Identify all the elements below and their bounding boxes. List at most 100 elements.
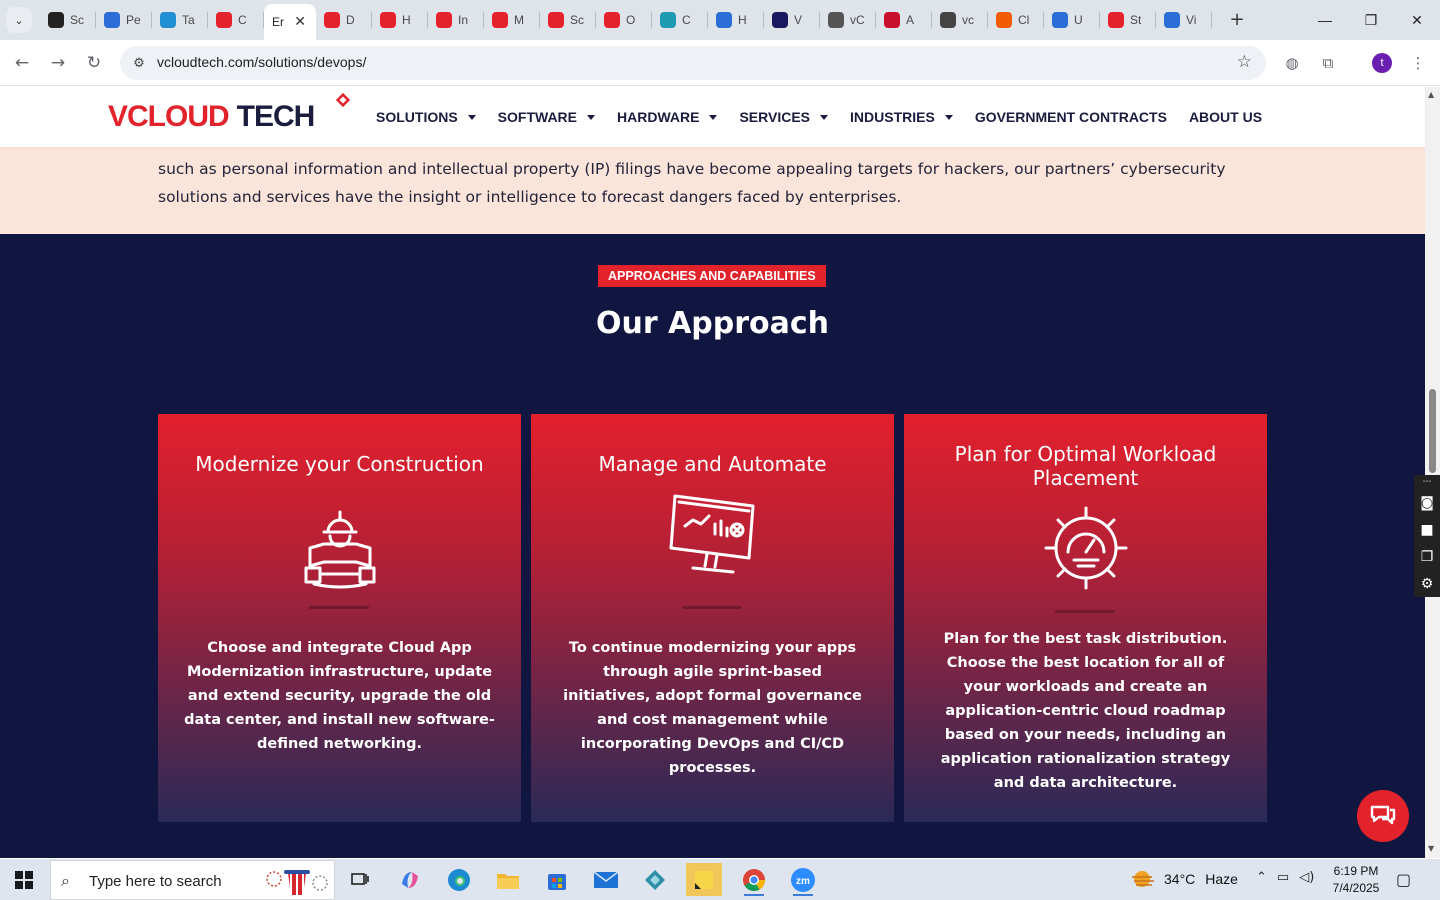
browser-tab[interactable]: Ta	[152, 0, 208, 40]
app-diamond-icon[interactable]	[637, 863, 673, 896]
task-view-icon[interactable]	[342, 863, 378, 896]
browser-tab[interactable]: C	[208, 0, 264, 40]
weather-widget[interactable]: 34°C Haze	[1130, 869, 1238, 889]
clock-time: 6:19 PM	[1333, 864, 1379, 878]
network-icon[interactable]: ▭	[1277, 870, 1289, 885]
scroll-down-icon[interactable]: ▼	[1428, 844, 1434, 853]
browser-tab[interactable]: H	[708, 0, 764, 40]
tab-label: Vi	[1186, 13, 1197, 27]
screenshot-extension-toolbar: ⋯ ◙ ■ ❐ ⚙	[1414, 475, 1440, 597]
browser-tab[interactable]: O	[596, 0, 652, 40]
browser-tab[interactable]: Vi	[1156, 0, 1212, 40]
taskbar-clock[interactable]: 6:19 PM 7/4/2025	[1326, 863, 1386, 897]
window-capture-icon[interactable]: ❐	[1414, 543, 1440, 570]
menu-item-services[interactable]: SERVICES	[739, 109, 829, 125]
vcloudtech-logo[interactable]: VCLOUD TECH	[108, 99, 315, 135]
menu-item-label: SOFTWARE	[497, 109, 578, 125]
browser-tab[interactable]: V	[764, 0, 820, 40]
approach-card-manage: Manage and Automate To continue moderniz…	[531, 414, 894, 822]
camera-icon[interactable]: ◙	[1414, 489, 1440, 516]
browser-menu-icon[interactable]: ⋮	[1408, 53, 1428, 73]
video-camera-icon[interactable]: ■	[1414, 516, 1440, 543]
caret-down-icon	[820, 114, 829, 120]
browser-tab[interactable]: vc	[932, 0, 988, 40]
tab-favicon-icon	[380, 12, 396, 28]
copilot-icon[interactable]	[392, 863, 428, 896]
browser-tab[interactable]: In	[428, 0, 484, 40]
tab-label: Sc	[570, 13, 585, 27]
translate-icon[interactable]: ◍	[1282, 53, 1302, 73]
fireworks-hat-icon	[266, 870, 328, 895]
tab-close-icon[interactable]: ✕	[294, 13, 306, 30]
menu-item-about-us[interactable]: ABOUT US	[1189, 109, 1262, 125]
tab-favicon-icon	[716, 12, 732, 28]
browser-tab[interactable]: M	[484, 0, 540, 40]
scroll-up-icon[interactable]: ▲	[1428, 90, 1434, 99]
zoom-icon[interactable]: zm	[785, 863, 821, 896]
tab-favicon-icon	[940, 12, 956, 28]
reload-icon[interactable]: ↻	[82, 51, 106, 75]
window-close-button[interactable]: ✕	[1394, 0, 1440, 40]
browser-tab[interactable]: H	[372, 0, 428, 40]
chevron-up-icon[interactable]: ⌃	[1256, 870, 1267, 885]
menu-item-label: GOVERNMENT CONTRACTS	[974, 109, 1167, 125]
minimize-button[interactable]: —	[1302, 0, 1348, 40]
browser-tab[interactable]: Sc	[40, 0, 96, 40]
browser-tab[interactable]: Sc	[540, 0, 596, 40]
tab-label: C	[682, 13, 691, 27]
search-icon: ⌕	[61, 871, 70, 890]
tab-active[interactable]: Er ✕	[264, 4, 316, 40]
menu-item-industries[interactable]: INDUSTRIES	[850, 109, 953, 125]
forward-arrow-icon[interactable]: →	[46, 51, 70, 75]
tab-favicon-icon	[884, 12, 900, 28]
browser-tab[interactable]: U	[1044, 0, 1100, 40]
browser-tab[interactable]: C	[652, 0, 708, 40]
file-explorer-icon[interactable]	[490, 863, 526, 896]
notification-icon[interactable]: ▢	[1396, 870, 1411, 889]
menu-item-solutions[interactable]: SOLUTIONS	[376, 109, 476, 125]
bookmark-star-icon[interactable]: ☆	[1237, 52, 1252, 72]
address-toolbar: ← → ↻ ⚙ vcloudtech.com/solutions/devops/…	[0, 40, 1440, 86]
profile-avatar[interactable]: t	[1372, 53, 1392, 73]
start-button[interactable]	[0, 859, 48, 900]
browser-tab[interactable]: Pe	[96, 0, 152, 40]
tab-label: C	[238, 13, 247, 27]
tab-favicon-icon	[324, 12, 340, 28]
browser-tab[interactable]: D	[316, 0, 372, 40]
tab-favicon-icon	[996, 12, 1012, 28]
tab-label: vC	[850, 13, 865, 27]
page-scrollbar[interactable]: ▲ ▼	[1425, 87, 1440, 858]
tab-search-button[interactable]: ⌄	[6, 7, 32, 33]
menu-item-software[interactable]: SOFTWARE	[497, 109, 596, 125]
caret-down-icon	[587, 114, 596, 120]
browser-tab[interactable]: vC	[820, 0, 876, 40]
windows-logo-icon	[15, 870, 33, 889]
menu-item-hardware[interactable]: HARDWARE	[617, 109, 718, 125]
edge-icon[interactable]	[441, 863, 477, 896]
new-tab-button[interactable]: +	[1226, 8, 1248, 30]
scrollbar-thumb[interactable]	[1429, 389, 1436, 473]
extensions-icon[interactable]: ⧉	[1318, 53, 1338, 73]
chrome-icon[interactable]	[736, 863, 772, 896]
microsoft-store-icon[interactable]	[539, 863, 575, 896]
chat-button[interactable]	[1357, 790, 1409, 842]
tab-label: Ta	[182, 13, 195, 27]
engineer-blueprint-icon	[304, 510, 376, 589]
browser-tab[interactable]: Cl	[988, 0, 1044, 40]
sticky-notes-icon[interactable]	[686, 863, 722, 896]
site-settings-icon[interactable]: ⚙	[130, 54, 148, 72]
back-arrow-icon[interactable]: ←	[10, 51, 34, 75]
omnibox[interactable]: ⚙ vcloudtech.com/solutions/devops/ ☆	[120, 46, 1266, 80]
tab-favicon-icon	[1164, 12, 1180, 28]
url-text[interactable]: vcloudtech.com/solutions/devops/	[157, 54, 366, 70]
browser-tab[interactable]: St	[1100, 0, 1156, 40]
volume-icon[interactable]: ◁)	[1299, 870, 1314, 885]
maximize-button[interactable]: ❐	[1348, 0, 1394, 40]
menu-item-government-contracts[interactable]: GOVERNMENT CONTRACTS	[975, 109, 1167, 125]
settings-gear-icon[interactable]: ⚙	[1414, 570, 1440, 597]
more-options-icon[interactable]: ⋯	[1414, 475, 1440, 489]
browser-tab[interactable]: A	[876, 0, 932, 40]
mail-icon[interactable]	[588, 863, 624, 896]
tab-favicon-icon	[160, 12, 176, 28]
taskbar-search-box[interactable]: ⌕ Type here to search	[50, 860, 335, 900]
